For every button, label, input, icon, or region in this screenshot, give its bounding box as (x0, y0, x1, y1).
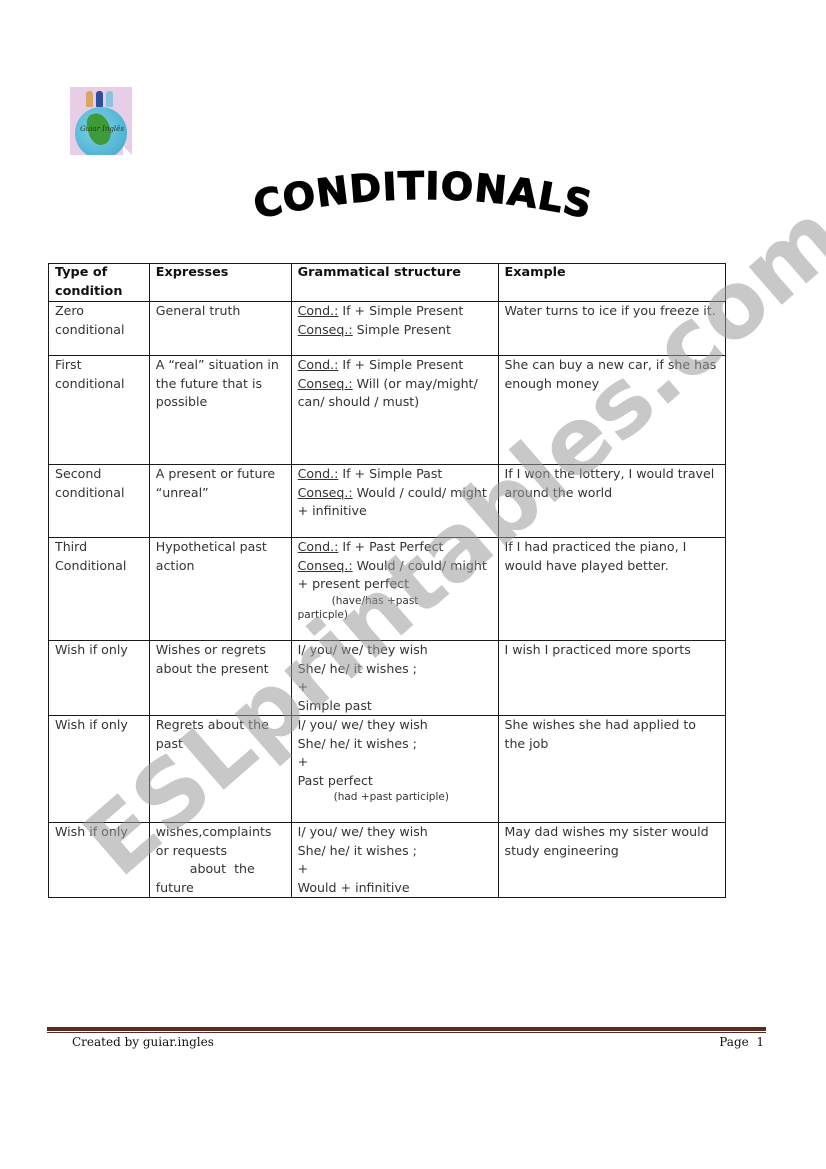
structure-line: She/ he/ it wishes ; (297, 660, 417, 676)
cell-example: May dad wishes my sister would study eng… (497, 822, 727, 898)
cell-expresses: A present or future “unreal” (148, 464, 292, 538)
logo: Guiar Inglês (70, 87, 132, 155)
cond-label: Cond.: (297, 466, 339, 481)
table-header-row: Type of condition Expresses Grammatical … (48, 263, 727, 302)
cell-example: If I had practiced the piano, I would ha… (497, 537, 727, 641)
cond-text: If + Simple Present (338, 303, 464, 318)
cell-type: Wish if only (48, 822, 150, 898)
structure-note-cont: particple) (297, 608, 348, 621)
table-row: Zero conditional General truth Cond.: If… (48, 301, 727, 356)
structure-line: Simple past (297, 697, 372, 713)
conseq-label: Conseq.: (297, 375, 353, 391)
cell-type: Zero conditional (48, 301, 150, 356)
svg-text:CONDITIONALS: CONDITIONALS (250, 164, 597, 227)
cond-text: If + Past Perfect (338, 539, 444, 554)
page-title: CONDITIONALS (0, 163, 826, 242)
structure-line: + (297, 861, 309, 876)
page-title-text: CONDITIONALS (249, 163, 596, 227)
header-expresses: Expresses (148, 263, 292, 302)
conseq-label: Conseq.: (297, 484, 353, 500)
page-curl-decoration (123, 146, 132, 155)
structure-line: + (297, 754, 309, 769)
cell-example: She can buy a new car, if she has enough… (497, 355, 727, 465)
structure-line: She/ he/ it wishes ; (297, 842, 417, 858)
header-type: Type of condition (48, 263, 150, 302)
cond-text: If + Simple Present (338, 357, 464, 372)
table-row: Wish if only Wishes or regrets about the… (48, 640, 727, 716)
cell-structure: I/ you/ we/ they wish She/ he/ it wishes… (290, 640, 499, 716)
footer-credit: Created by guiar.ingles (72, 1035, 214, 1049)
cell-type: Third Conditional (48, 537, 150, 641)
cell-expresses: Regrets about the past (148, 715, 292, 823)
conseq-label: Conseq.: (297, 321, 353, 337)
structure-line: She/ he/ it wishes ; (297, 735, 417, 751)
cell-type: First conditional (48, 355, 150, 465)
header-example: Example (497, 263, 727, 302)
expresses-line: about the (189, 861, 255, 876)
cell-structure: I/ you/ we/ they wish She/ he/ it wishes… (290, 822, 499, 898)
structure-line: + (297, 679, 309, 694)
conditionals-table: Type of condition Expresses Grammatical … (48, 263, 727, 898)
cell-example: Water turns to ice if you freeze it. (497, 301, 727, 356)
cell-structure: Cond.: If + Simple Past Conseq.: Would /… (290, 464, 499, 538)
page-title-arc: CONDITIONALS (249, 163, 596, 227)
footer-divider (47, 1027, 766, 1031)
structure-line: Past perfect (297, 772, 373, 788)
structure-line: I/ you/ we/ they wish (297, 642, 428, 657)
cell-structure: Cond.: If + Simple Present Conseq.: Will… (290, 355, 499, 465)
structure-line: I/ you/ we/ they wish (297, 824, 428, 839)
table-row: Wish if only wishes,complaints or reques… (48, 822, 727, 898)
cell-expresses: General truth (148, 301, 292, 356)
header-structure: Grammatical structure (290, 263, 499, 302)
cell-example: She wishes she had applied to the job (497, 715, 727, 823)
cond-label: Cond.: (297, 357, 339, 372)
cell-expresses: Hypothetical past action (148, 537, 292, 641)
cell-expresses: A “real” situation in the future that is… (148, 355, 292, 465)
cell-structure: Cond.: If + Past Perfect Conseq.: Would … (290, 537, 499, 641)
page-number: Page 1 (719, 1035, 764, 1049)
conseq-label: Conseq.: (297, 557, 353, 573)
cell-example: I wish I practiced more sports (497, 640, 727, 716)
structure-line: Would + infinitive (297, 879, 410, 895)
children-figures-icon (84, 91, 118, 109)
table-row: Wish if only Regrets about the past I/ y… (48, 715, 727, 823)
cond-text: If + Simple Past (338, 466, 443, 481)
conseq-text: Simple Present (352, 321, 451, 337)
cell-structure: I/ you/ we/ they wish She/ he/ it wishes… (290, 715, 499, 823)
structure-note: (had +past participle) (333, 791, 449, 803)
expresses-line: future (155, 879, 194, 895)
cond-label: Cond.: (297, 303, 339, 318)
cell-expresses: wishes,complaints or requests about the … (148, 822, 292, 898)
cell-type: Second conditional (48, 464, 150, 538)
table-row: First conditional A “real” situation in … (48, 355, 727, 465)
table-row: Third Conditional Hypothetical past acti… (48, 537, 727, 641)
footer-divider-thin (47, 1032, 766, 1033)
table-row: Second conditional A present or future “… (48, 464, 727, 538)
cell-type: Wish if only (48, 640, 150, 716)
logo-text: Guiar Inglês (80, 125, 124, 133)
structure-line: I/ you/ we/ they wish (297, 717, 428, 732)
cell-example: If I won the lottery, I would travel aro… (497, 464, 727, 538)
cell-type: Wish if only (48, 715, 150, 823)
structure-note: (have/has +past (331, 594, 419, 607)
cell-expresses: Wishes or regrets about the present (148, 640, 292, 716)
cond-label: Cond.: (297, 539, 339, 554)
expresses-line: wishes,complaints or requests (155, 824, 272, 858)
cell-structure: Cond.: If + Simple Present Conseq.: Simp… (290, 301, 499, 356)
